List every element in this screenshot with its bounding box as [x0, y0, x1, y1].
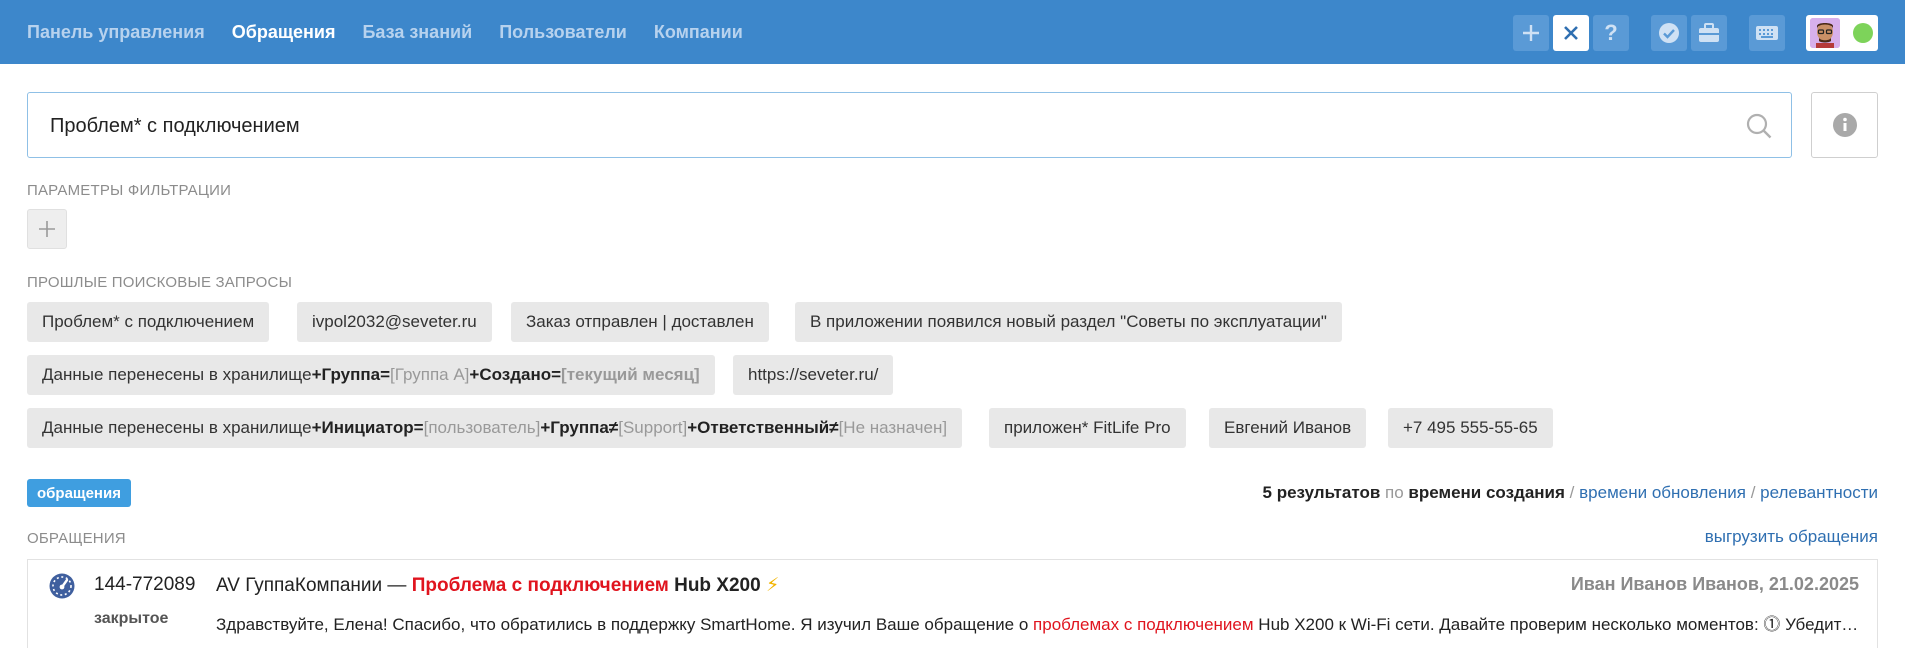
top-navigation-bar: Панель управления Обращения База знаний …	[0, 0, 1905, 64]
ticket-title[interactable]: AV ГуппаКомпании — Проблема с подключени…	[216, 574, 779, 597]
ticket-company: AV ГуппаКомпании —	[216, 575, 412, 596]
history-chip[interactable]: В приложении появился новый раздел "Сове…	[795, 302, 1342, 342]
keyboard-button[interactable]	[1749, 15, 1785, 51]
search-icon[interactable]	[1745, 112, 1773, 140]
chip-filter-value: [пользователь]	[423, 418, 541, 437]
export-tickets-link[interactable]: выгрузить обращения	[1705, 527, 1878, 547]
history-label: ПРОШЛЫЕ ПОИСКОВЫЕ ЗАПРОСЫ	[27, 274, 293, 291]
ticket-row[interactable]: 144-772089 AV ГуппаКомпании — Проблема с…	[27, 559, 1878, 648]
filters-label: ПАРАМЕТРЫ ФИЛЬТРАЦИИ	[27, 182, 232, 199]
chip-filter-key: +Создано=	[469, 365, 562, 384]
search-box	[27, 92, 1792, 158]
sort-separator: /	[1750, 483, 1756, 502]
history-chip[interactable]: Проблем* с подключением	[27, 302, 270, 342]
ticket-snippet: Здравствуйте, Елена! Спасибо, что обрати…	[216, 610, 1861, 635]
results-summary: 5 результатов по времени создания / врем…	[1263, 483, 1878, 503]
chip-text: Данные перенесены в хранилище	[42, 418, 312, 437]
results-type-tag[interactable]: обращения	[27, 479, 131, 507]
nav-companies[interactable]: Компании	[654, 22, 743, 43]
sort-relevance[interactable]: релевантности	[1760, 483, 1878, 502]
tasks-button[interactable]	[1651, 15, 1687, 51]
snippet-highlight: проблемах с подключением	[1033, 615, 1254, 634]
nav-knowledge-base[interactable]: База знаний	[362, 22, 472, 43]
search-help-button[interactable]	[1811, 92, 1878, 158]
chip-filter-value: [Группа А]	[390, 365, 470, 384]
sort-created[interactable]: времени создания	[1408, 483, 1565, 502]
chip-filter-value: [Не назначен]	[838, 418, 948, 437]
close-icon	[1564, 26, 1578, 40]
sort-separator: /	[1569, 483, 1575, 502]
sort-by-label: по	[1385, 483, 1404, 502]
chip-filter-key: +Инициатор=	[311, 418, 424, 437]
history-chip[interactable]: Данные перенесены в хранилище +Инициатор…	[27, 408, 963, 448]
search-input[interactable]	[50, 111, 1700, 141]
nav-tickets[interactable]: Обращения	[232, 22, 336, 43]
nav-dashboard[interactable]: Панель управления	[27, 22, 205, 43]
history-chip[interactable]: +7 495 555-55-65	[1388, 408, 1553, 448]
tickets-section-label: ОБРАЩЕНИЯ	[27, 530, 126, 547]
keyboard-icon	[1756, 26, 1778, 40]
add-filter-button[interactable]	[27, 209, 67, 249]
nav-users[interactable]: Пользователи	[499, 22, 627, 43]
results-count: 5 результатов	[1262, 483, 1381, 502]
history-chip[interactable]: Данные перенесены в хранилище +Группа= [Г…	[27, 355, 715, 395]
ticket-author-date: Иван Иванов Иванов, 21.02.2025	[1570, 574, 1859, 594]
chip-text: Данные перенесены в хранилище	[42, 365, 312, 384]
ticket-title-highlight: Проблема с подключением	[411, 575, 669, 596]
lightning-icon: ⚡	[765, 575, 780, 596]
avatar	[1810, 18, 1840, 48]
speedometer-icon	[49, 573, 75, 599]
help-icon: ?	[1604, 20, 1618, 45]
plus-icon	[39, 221, 55, 237]
snippet-text: Hub X200 к Wi-Fi сети. Давайте проверим …	[1258, 615, 1861, 634]
online-status-indicator	[1853, 23, 1873, 43]
history-chip[interactable]: Евгений Иванов	[1209, 408, 1367, 448]
profile-menu[interactable]	[1806, 15, 1878, 51]
history-chip[interactable]: https://seveter.ru/	[733, 355, 894, 395]
chip-filter-key: +Группа=	[311, 365, 391, 384]
info-icon	[1833, 113, 1857, 137]
help-button[interactable]: ?	[1593, 15, 1629, 51]
chip-filter-value: [текущий месяц]	[561, 365, 700, 384]
chip-filter-key: +Группа≠	[540, 418, 619, 437]
main-nav: Панель управления Обращения База знаний …	[27, 0, 743, 64]
history-chip[interactable]: приложен* FitLife Pro	[989, 408, 1186, 448]
chip-filter-key: +Ответственный≠	[687, 418, 839, 437]
history-chip[interactable]: Заказ отправлен | доставлен	[511, 302, 769, 342]
check-circle-icon	[1659, 23, 1679, 43]
ticket-title-rest: Hub X200	[668, 575, 761, 596]
history-chip[interactable]: ivpol2032@seveter.ru	[297, 302, 492, 342]
close-button[interactable]	[1553, 15, 1589, 51]
sort-updated[interactable]: времени обновления	[1579, 483, 1746, 502]
ticket-id[interactable]: 144-772089	[94, 574, 195, 596]
snippet-text: Здравствуйте, Елена! Спасибо, что обрати…	[216, 615, 1034, 634]
briefcase-icon	[1699, 23, 1719, 42]
ticket-status: закрытое	[94, 610, 169, 627]
plus-icon	[1523, 25, 1539, 41]
chip-filter-value: [Support]	[618, 418, 688, 437]
briefcase-button[interactable]	[1691, 15, 1727, 51]
create-button[interactable]	[1513, 15, 1549, 51]
